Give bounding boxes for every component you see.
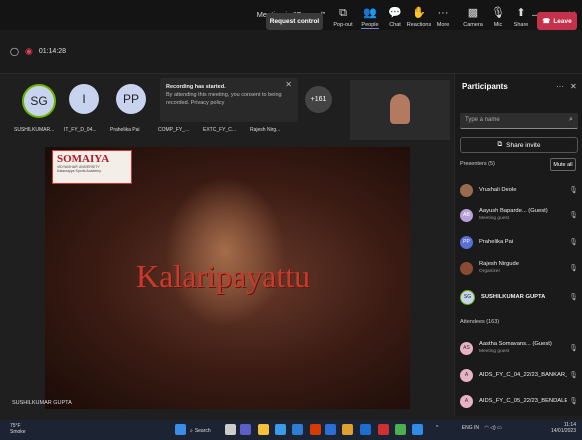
recording-notice-title: Recording has started. (166, 84, 226, 90)
volume-icon: ◁) (490, 425, 496, 431)
share-icon: ⬆ (516, 7, 526, 19)
task-view-icon[interactable] (225, 424, 236, 435)
avatar: AB (460, 208, 473, 222)
recording-icon: ◉ (24, 46, 33, 56)
leave-button[interactable]: ☎ Leave (537, 12, 577, 30)
chat-icon: 💬 (388, 7, 402, 19)
avatar (460, 183, 473, 197)
mic-off-icon: 🎙 (569, 212, 578, 219)
mic-off-icon: 🎙 (569, 187, 578, 194)
reactions-icon: ✋ (412, 7, 426, 19)
participant-name: Prahelika Pai (110, 127, 140, 133)
mic-off-icon: 🎙 (491, 7, 505, 19)
participant-photo (390, 94, 410, 124)
app-icon[interactable] (342, 424, 353, 435)
participant-name: SUSHILKUMAR... (14, 127, 55, 133)
popout-button[interactable]: ⧉ Pop-out (330, 6, 356, 28)
reactions-button[interactable]: ✋ Reactions (406, 6, 432, 28)
list-item[interactable]: A AIDS_FY_C_04_22/23_BANKAR_O... 🎙 (460, 365, 578, 385)
edge-icon[interactable] (275, 424, 286, 435)
chat-button[interactable]: 💬 Chat (382, 6, 408, 28)
avatar[interactable]: PP (116, 84, 146, 114)
mic-off-icon: 🎙 (569, 345, 578, 352)
attendees-section-label[interactable]: Attendees (163) (460, 319, 499, 325)
wifi-icon: ◠ (484, 425, 489, 431)
battery-icon: ▭ (497, 425, 502, 431)
list-item[interactable]: A AIDS_FY_C_05_22/23_BENDALE_... 🎙 (460, 391, 578, 411)
participant-video-tile[interactable] (350, 80, 450, 140)
meeting-timer: 01:14:28 (38, 48, 67, 55)
avatar (460, 261, 473, 275)
start-icon[interactable] (175, 424, 186, 435)
more-button[interactable]: ··· More (430, 6, 456, 28)
app-icon[interactable] (360, 424, 371, 435)
performer-figure (165, 177, 285, 327)
more-icon[interactable]: ··· (556, 82, 564, 91)
list-item[interactable]: Rajesh Nirgude Organizer 🎙 (460, 258, 578, 278)
avatar: PP (460, 235, 473, 249)
teams-icon[interactable] (240, 424, 251, 435)
weather-widget[interactable]: 75°F Smoke (10, 423, 26, 435)
invite-icon: ⧉ (497, 141, 503, 148)
meeting-status: ◯ ◉ 01:14:28 (10, 46, 66, 57)
list-item[interactable]: Vrushali Deole 🎙 (460, 180, 578, 200)
video-overlay-title: Kalaripayattu (136, 258, 311, 294)
list-item[interactable]: AB Aayush Baparde... (Guest) Meeting gues… (460, 205, 578, 225)
recording-notice-body: By attending this meeting, you consent t… (166, 92, 282, 106)
list-item[interactable]: PP Prahelika Pai 🎙 (460, 232, 578, 252)
close-icon[interactable]: ✕ (570, 82, 577, 91)
phone-icon: ☎ (542, 18, 551, 25)
list-item[interactable]: AS Aastha Somavans... (Guest) Meeting gue… (460, 338, 578, 358)
request-control-button[interactable]: Request control (266, 13, 323, 30)
search-icon: ⌕ (569, 116, 573, 123)
participant-name: Rajesh Nirg... (250, 127, 281, 133)
mic-off-icon: 🎙 (569, 239, 578, 246)
avatar: AS (460, 341, 473, 355)
more-icon: ··· (437, 7, 449, 19)
share-button[interactable]: ⬆ Share (508, 6, 534, 28)
app-icon[interactable] (325, 424, 336, 435)
participant-name: EXTC_FY_C... (203, 127, 237, 133)
app-icon[interactable] (412, 424, 423, 435)
system-tray[interactable]: ^ ENG IN ◠ ◁) ▭ (436, 425, 502, 431)
shield-icon: ◯ (10, 47, 19, 56)
presenters-section-label[interactable]: Presenters (5) (460, 161, 495, 167)
mic-icon: 🎙 (569, 294, 578, 301)
app-icon[interactable] (378, 424, 389, 435)
store-icon[interactable] (292, 424, 303, 435)
panel-title: Participants (462, 82, 508, 91)
university-logo: SOMAIYA VIDYAVIHAR UNIVERSITY Katamayya … (52, 150, 132, 184)
people-icon: 👥 (363, 7, 377, 19)
avatar: A (460, 368, 473, 382)
office-icon[interactable] (310, 424, 321, 435)
close-icon[interactable]: ✕ (285, 81, 292, 89)
app-icon[interactable] (395, 424, 406, 435)
avatar[interactable]: SG (22, 84, 56, 118)
avatar[interactable]: I (69, 84, 99, 114)
recording-notice: Recording has started. By attending this… (160, 78, 298, 122)
avatar: SG (460, 289, 475, 305)
people-button[interactable]: 👥 People (357, 6, 383, 29)
chevron-up-icon: ^ (436, 425, 439, 431)
participant-search-input[interactable]: Type a name (460, 113, 578, 129)
file-explorer-icon[interactable] (258, 424, 269, 435)
taskbar-search[interactable]: ⌕ Search (190, 425, 218, 436)
mute-all-button[interactable]: Mute all (550, 158, 576, 171)
mic-off-icon: 🎙 (569, 398, 578, 405)
speaker-name: SUSHILKUMAR GUPTA (12, 400, 72, 406)
clock[interactable]: 11:14 14/01/2023 (540, 422, 576, 434)
mic-off-icon: 🎙 (569, 265, 578, 272)
camera-button[interactable]: ▩ Camera (460, 6, 486, 28)
mic-off-icon: 🎙 (569, 372, 578, 379)
overflow-participants[interactable]: +161 (305, 86, 332, 113)
meeting-toolbar (0, 30, 582, 74)
search-icon: ⌕ (190, 427, 193, 434)
participant-name: COMP_FY_... (158, 127, 190, 133)
participant-name: IT_FY_D_04... (64, 127, 97, 133)
share-invite-button[interactable]: ⧉ Share invite (460, 137, 578, 153)
camera-off-icon: ▩ (467, 7, 479, 19)
avatar: A (460, 394, 473, 408)
popout-icon: ⧉ (339, 7, 347, 19)
list-item[interactable]: SG SUSHILKUMAR GUPTA 🎙 (460, 287, 578, 307)
